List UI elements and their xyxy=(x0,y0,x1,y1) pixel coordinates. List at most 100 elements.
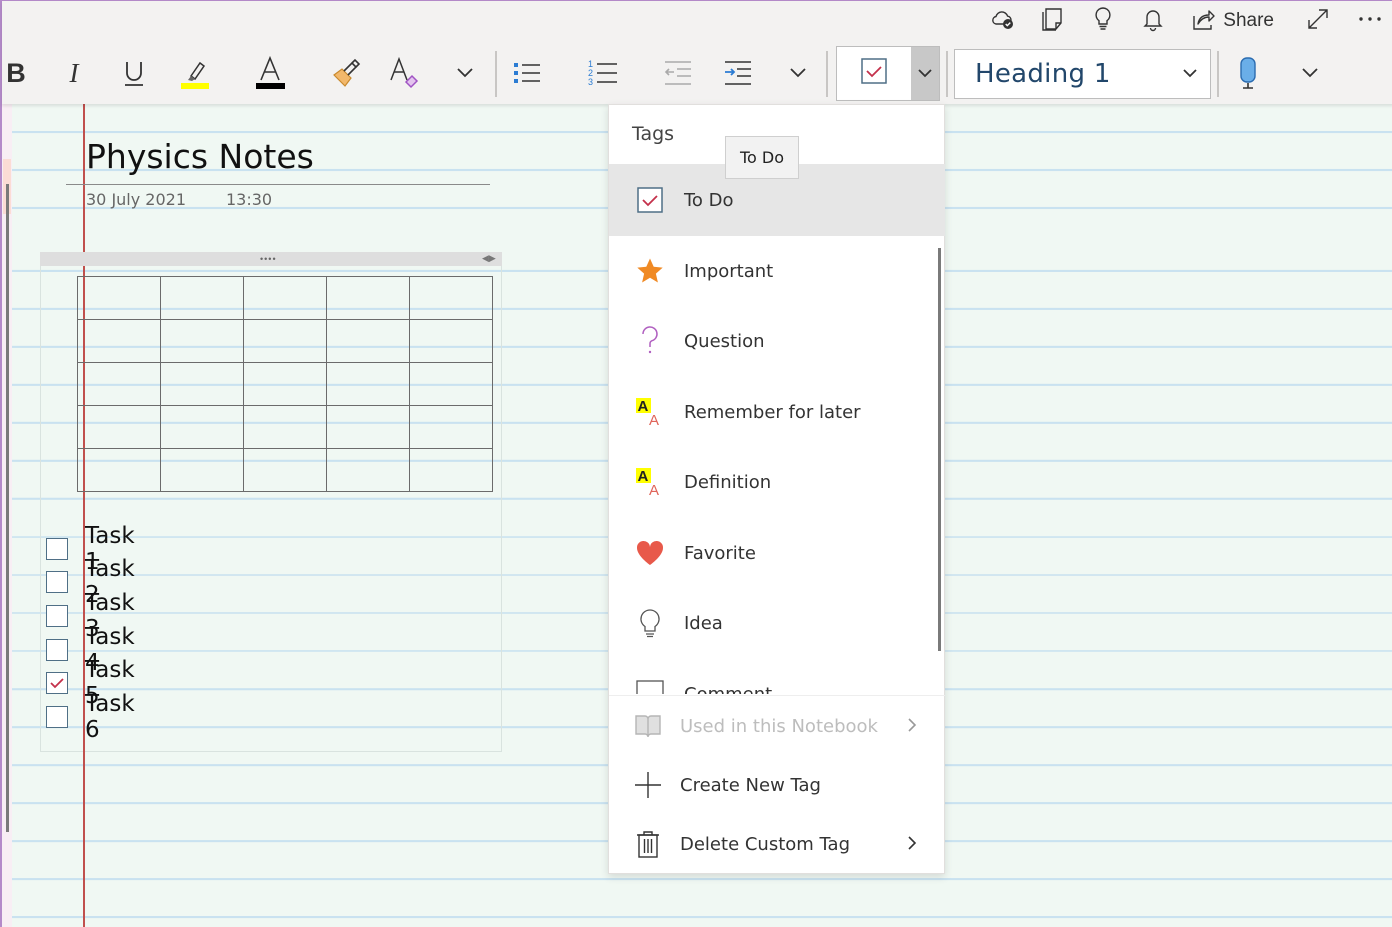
more-options-button[interactable] xyxy=(1356,5,1384,37)
highlight-text-icon: AA xyxy=(635,467,665,497)
font-more-dropdown[interactable] xyxy=(452,45,478,101)
paragraph-style-select[interactable]: Heading 1 xyxy=(954,49,1211,99)
footer-label: Create New Tag xyxy=(680,774,821,796)
highlight-button[interactable] xyxy=(177,45,213,101)
chevron-down-icon xyxy=(917,65,933,83)
todo-checkbox[interactable] xyxy=(46,638,68,661)
tags-dropdown-button[interactable] xyxy=(911,47,939,100)
sticky-notes-icon xyxy=(1039,5,1067,38)
table-cell[interactable] xyxy=(160,276,244,320)
page-date: 30 July 2021 xyxy=(86,190,187,209)
toolbar-divider xyxy=(1217,51,1219,97)
task-item: Task 5 xyxy=(46,657,135,709)
numbered-list-button[interactable]: 123 xyxy=(586,45,620,101)
table-cell[interactable] xyxy=(160,362,244,406)
tag-item-definition[interactable]: AA Definition xyxy=(609,446,945,518)
table-cell[interactable] xyxy=(243,448,327,492)
footer-label: Used in this Notebook xyxy=(680,715,878,737)
table-cell[interactable] xyxy=(77,276,161,320)
vertical-scrollbar[interactable] xyxy=(6,184,9,832)
apply-tag-button[interactable] xyxy=(837,47,911,100)
table-cell[interactable] xyxy=(326,405,410,449)
italic-button[interactable]: I xyxy=(59,45,89,101)
todo-checkbox[interactable] xyxy=(46,537,68,560)
style-value: Heading 1 xyxy=(975,59,1111,89)
tag-item-comment[interactable]: Comment xyxy=(609,658,945,694)
delete-custom-tag-item[interactable]: Delete Custom Tag xyxy=(609,815,945,873)
resize-handle-icon[interactable]: ◀▶ xyxy=(482,253,496,264)
table-cell[interactable] xyxy=(243,405,327,449)
increase-indent-icon xyxy=(723,59,753,87)
share-button[interactable]: Share xyxy=(1189,5,1274,37)
todo-checkbox[interactable] xyxy=(46,571,68,594)
table-cell[interactable] xyxy=(326,276,410,320)
checkbox-icon xyxy=(635,185,665,215)
highlighter-icon xyxy=(178,56,212,90)
table-row xyxy=(77,276,493,320)
drag-handle-icon: •••• xyxy=(260,254,277,264)
tag-item-idea[interactable]: Idea xyxy=(609,587,945,659)
bold-button[interactable]: B xyxy=(2,45,30,101)
tag-item-question[interactable]: Question xyxy=(609,305,945,377)
page-edge xyxy=(2,104,12,927)
notifications-button[interactable] xyxy=(1139,5,1167,37)
bullet-list-icon xyxy=(512,59,542,87)
table-cell[interactable] xyxy=(160,319,244,363)
highlight-text-icon: AA xyxy=(635,397,665,427)
todo-checkbox[interactable] xyxy=(46,672,68,695)
table-cell[interactable] xyxy=(243,319,327,363)
fullscreen-button[interactable] xyxy=(1304,5,1332,37)
table-cell[interactable] xyxy=(77,319,161,363)
clear-formatting-button[interactable] xyxy=(388,45,422,101)
tag-item-remember-for-later[interactable]: AA Remember for later xyxy=(609,376,945,448)
table-cell[interactable] xyxy=(409,319,493,363)
lightbulb-icon xyxy=(635,608,665,638)
table-cell[interactable] xyxy=(326,448,410,492)
task-item: Task 2 xyxy=(46,556,135,608)
sync-status-button[interactable] xyxy=(989,5,1017,37)
tag-label: Remember for later xyxy=(684,401,861,423)
increase-indent-button[interactable] xyxy=(721,45,755,101)
table-cell[interactable] xyxy=(77,362,161,406)
chevron-down-icon xyxy=(456,67,474,79)
dictate-button[interactable] xyxy=(1233,45,1263,101)
page-title[interactable]: Physics Notes xyxy=(86,137,314,176)
decrease-indent-button[interactable] xyxy=(661,45,695,101)
tag-item-important[interactable]: Important xyxy=(609,235,945,307)
sticky-notes-button[interactable] xyxy=(1039,5,1067,37)
table-cell[interactable] xyxy=(243,276,327,320)
table-cell[interactable] xyxy=(160,405,244,449)
dictate-options-dropdown[interactable] xyxy=(1297,45,1323,101)
format-painter-button[interactable] xyxy=(329,45,363,101)
table-cell[interactable] xyxy=(77,405,161,449)
share-label: Share xyxy=(1223,10,1274,31)
margin-line xyxy=(83,104,85,927)
create-new-tag-item[interactable]: Create New Tag xyxy=(609,756,945,814)
underline-button[interactable] xyxy=(118,45,150,101)
table-cell[interactable] xyxy=(77,448,161,492)
task-label[interactable]: Task 6 xyxy=(85,691,135,743)
used-in-notebook-item[interactable]: Used in this Notebook xyxy=(609,697,945,755)
table-row xyxy=(77,319,493,363)
tips-button[interactable] xyxy=(1089,5,1117,37)
table-cell[interactable] xyxy=(409,405,493,449)
table-cell[interactable] xyxy=(409,448,493,492)
bullet-list-button[interactable] xyxy=(510,45,544,101)
expand-icon xyxy=(1304,5,1332,38)
font-color-button[interactable] xyxy=(253,45,287,101)
tag-item-favorite[interactable]: Favorite xyxy=(609,517,945,589)
tags-scrollbar[interactable] xyxy=(938,248,941,651)
table-cell[interactable] xyxy=(160,448,244,492)
todo-checkbox[interactable] xyxy=(46,705,68,728)
comment-icon xyxy=(635,679,665,694)
table-cell[interactable] xyxy=(243,362,327,406)
table-cell[interactable] xyxy=(409,362,493,406)
todo-checkbox[interactable] xyxy=(46,604,68,627)
tags-list: To Do Important Question AA Remember for… xyxy=(609,164,945,694)
tags-menu-header: Tags xyxy=(632,123,675,145)
table-cell[interactable] xyxy=(326,319,410,363)
format-toolbar: B I 1 2 3 Heading 1 xyxy=(2,45,1392,101)
table-cell[interactable] xyxy=(409,276,493,320)
paragraph-more-dropdown[interactable] xyxy=(785,45,811,101)
table-cell[interactable] xyxy=(326,362,410,406)
